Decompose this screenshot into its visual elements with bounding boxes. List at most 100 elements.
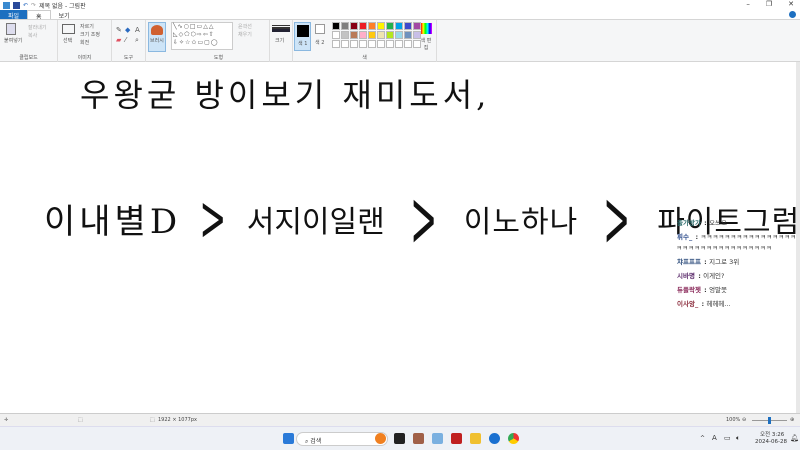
clock-time[interactable]: 오전 3:26 <box>760 430 784 438</box>
close-button[interactable]: ✕ <box>788 0 794 8</box>
copy-button[interactable]: 복사 <box>28 32 37 39</box>
colors-group: 색 <box>292 20 437 62</box>
chat-username: 시바명 <box>677 272 695 280</box>
image-group: 선택 자르기 크기 조정 회전 이미지 <box>58 20 112 62</box>
task-view-icon[interactable] <box>394 433 405 444</box>
taskbar: ⌕ 검색 ^ A ▭ 🔈︎ 오전 3:26 2024-06-28 🔔︎ <box>0 426 800 450</box>
tab-home[interactable]: 홈 <box>27 10 51 21</box>
title-bar: ↶ ↷ 제목 없음 - 그림판 – ❐ ✕ <box>0 0 800 10</box>
search-label: 검색 <box>310 438 322 445</box>
paste-button[interactable]: 붙여넣기 <box>4 23 22 49</box>
brushes-button[interactable]: 브러시 <box>148 22 166 52</box>
outline-button[interactable]: 윤곽선 <box>238 23 252 30</box>
vertical-scrollbar[interactable] <box>796 62 800 413</box>
status-bar: ✛ ⬚ ⬚ 1922 × 1077px 100% ⊖ ⊕ <box>0 413 800 426</box>
resize-button[interactable]: 크기 조정 <box>80 31 100 38</box>
cursor-position-icon: ✛ <box>4 417 9 423</box>
ribbon: 붙여넣기 잘라내기 복사 클립보드 선택 자르기 크기 조정 회전 이미지 ✎ … <box>0 19 800 62</box>
zoom-level: 100% <box>726 417 741 423</box>
chat-username: 휘수_ <box>677 233 693 241</box>
chat-username: 출가방가 <box>677 219 701 227</box>
shapes-group: ╲∿○□▭△△ ◺◇⬠⬡⇨⇦⇧ ⇩✧☆✩▭▢◯ 윤곽선 채우기 도형 <box>168 20 270 62</box>
chat-text: 헤헤헤... <box>706 300 731 308</box>
image-group-label: 이미지 <box>77 55 92 61</box>
selection-size-icon: ⬚ <box>78 417 83 423</box>
paint-app-icon <box>3 1 10 9</box>
line-size-icon-thick <box>272 29 290 32</box>
chat-message: 휘수_ : ㅋㅋㅋㅋㅋㅋㅋㅋㅋㅋㅋㅋㅋㅋㅋㅋㅋㅋㅋㅋㅋㅋㅋㅋㅋㅋㅋㅋㅋㅋㅋㅋ <box>676 232 798 254</box>
clipboard-icon <box>6 23 16 35</box>
fill-button[interactable]: 채우기 <box>238 31 252 38</box>
input-language[interactable]: A <box>712 434 717 442</box>
tray-chevron-icon[interactable]: ^ <box>700 435 705 442</box>
chat-username: 이사앙_ <box>677 300 699 308</box>
handwritten-word: 이노하나 <box>463 204 579 240</box>
app-icon[interactable] <box>489 433 500 444</box>
chat-separator: : <box>701 258 710 266</box>
chat-message: 듀플락젯 : 엉말쯧 <box>676 285 798 296</box>
crop-button[interactable]: 자르기 <box>80 23 94 30</box>
paint-taskbar-icon[interactable] <box>432 433 443 444</box>
start-button[interactable] <box>283 433 294 444</box>
notification-icon[interactable]: 🔔︎ <box>790 434 799 442</box>
eraser-icon[interactable]: ▰ <box>116 36 121 44</box>
search-highlight-icon <box>375 433 386 444</box>
color-picker-icon[interactable]: ⁄ <box>125 36 126 44</box>
drawing-canvas[interactable]: 우왕굳 방이보기 재미도서, 이내별D > 서지이일랜 > 이노하나 > 파이트… <box>0 62 800 413</box>
chat-separator: : <box>701 219 710 227</box>
chat-overlay: 출가방가 : 오쓰오휘수_ : ㅋㅋㅋㅋㅋㅋㅋㅋㅋㅋㅋㅋㅋㅋㅋㅋㅋㅋㅋㅋㅋㅋㅋㅋ… <box>676 218 798 310</box>
tab-file[interactable]: 파일 <box>0 10 28 20</box>
chat-message: 이사앙_ : 헤헤헤... <box>676 299 798 310</box>
zoom-in-button[interactable]: ⊕ <box>790 417 794 423</box>
pencil-icon[interactable]: ✎ <box>116 26 122 34</box>
select-button[interactable]: 선택 <box>62 24 76 48</box>
file-explorer-icon[interactable] <box>470 433 481 444</box>
chat-text: 이게인? <box>703 272 725 280</box>
shapes-gallery[interactable]: ╲∿○□▭△△ ◺◇⬠⬡⇨⇦⇧ ⇩✧☆✩▭▢◯ <box>171 22 233 50</box>
undo-icon[interactable]: ↶ <box>23 2 28 9</box>
canvas-size-icon: ⬚ <box>150 417 155 423</box>
chat-message: 출가방가 : 오쓰오 <box>676 218 798 229</box>
chat-message: 시바명 : 이게인? <box>676 271 798 282</box>
zoom-out-button[interactable]: ⊖ <box>742 417 746 423</box>
chat-username: 챠프프프 <box>677 258 701 266</box>
network-icon[interactable]: ▭ <box>724 434 731 442</box>
rotate-button[interactable]: 회전 <box>80 39 89 46</box>
chat-username: 듀플락젯 <box>677 286 701 294</box>
arrow-separator: > <box>199 181 229 256</box>
text-icon[interactable]: A <box>135 26 140 34</box>
chat-text: 오쓰오 <box>709 219 728 227</box>
save-icon[interactable] <box>13 1 20 9</box>
shapes-group-label: 도형 <box>213 55 224 61</box>
chat-message: 챠프프프 : 지그로 3위 <box>676 257 798 268</box>
handwritten-word: 이내별D <box>44 202 182 242</box>
select-rect-icon <box>62 24 75 34</box>
maximize-button[interactable]: ❐ <box>766 0 772 8</box>
tab-view[interactable]: 보기 <box>51 10 78 20</box>
clock-date[interactable]: 2024-06-28 <box>755 439 787 445</box>
canvas-dimensions: 1922 × 1077px <box>158 417 197 423</box>
handwritten-line-1: 우왕굳 방이보기 재미도서, <box>80 76 491 114</box>
redo-icon[interactable]: ↷ <box>31 2 36 9</box>
minecraft-icon[interactable] <box>413 433 424 444</box>
cut-button[interactable]: 잘라내기 <box>28 24 46 31</box>
chat-text: 지그로 3위 <box>709 258 740 266</box>
magnifier-icon[interactable]: ⌕ <box>135 36 139 45</box>
tools-group-label: 도구 <box>123 55 134 61</box>
size-button[interactable]: 크기 <box>272 23 290 51</box>
chrome-icon[interactable] <box>508 433 519 444</box>
help-icon[interactable] <box>789 11 796 18</box>
arrow-separator: > <box>410 172 439 265</box>
handwritten-word: 서지이일랜 <box>246 204 385 240</box>
volume-icon[interactable]: 🔈︎ <box>736 434 740 443</box>
fill-icon[interactable]: ◆ <box>125 26 130 34</box>
minimize-button[interactable]: – <box>746 0 750 8</box>
chat-separator: : <box>701 286 710 294</box>
acrobat-icon[interactable] <box>451 433 462 444</box>
chat-text: 엉말쯧 <box>709 286 728 294</box>
arrow-separator: > <box>603 172 632 265</box>
colors-group-label: 색 <box>362 55 367 61</box>
zoom-slider[interactable] <box>752 417 787 424</box>
clipboard-group-label: 클립보드 <box>19 55 38 61</box>
clipboard-group: 붙여넣기 잘라내기 복사 클립보드 <box>0 20 58 62</box>
